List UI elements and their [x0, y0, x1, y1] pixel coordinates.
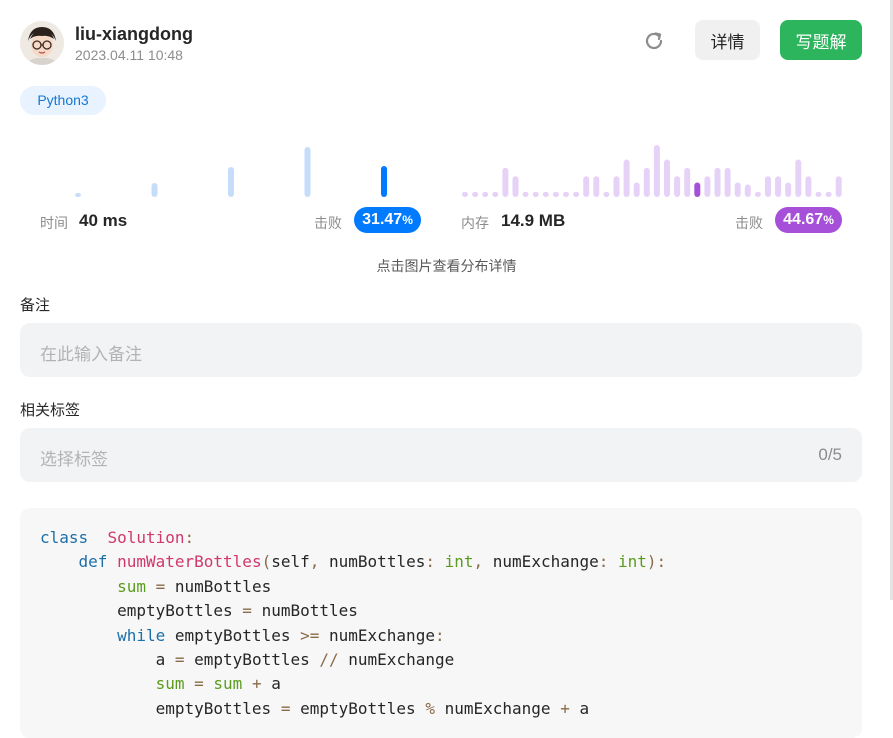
memory-bar[interactable]	[643, 167, 650, 197]
user-name[interactable]: liu-xiangdong	[75, 24, 193, 45]
memory-bar[interactable]	[795, 159, 802, 197]
memory-stats: 内存 14.9 MB 击败 44.67%	[461, 206, 843, 234]
refresh-icon[interactable]	[640, 27, 668, 55]
memory-bar[interactable]	[835, 176, 842, 197]
code-block[interactable]: class Solution: def numWaterBottles(self…	[20, 508, 862, 738]
memory-beat-label: 击败	[735, 216, 763, 232]
code-line: class Solution:	[40, 528, 195, 547]
language-badge: Python3	[20, 86, 106, 115]
memory-bar[interactable]	[633, 182, 640, 197]
memory-bar[interactable]	[674, 176, 681, 197]
memory-bar[interactable]	[785, 182, 792, 197]
code-line: emptyBottles = numBottles	[117, 601, 358, 621]
memory-bar[interactable]	[805, 176, 812, 197]
code-line: while emptyBottles >= numExchange:	[117, 625, 445, 645]
avatar[interactable]	[20, 21, 64, 65]
runtime-bar[interactable]	[75, 193, 81, 197]
memory-bar[interactable]	[623, 159, 630, 197]
memory-beat-badge: 44.67%	[775, 207, 842, 233]
memory-bar[interactable]	[482, 191, 489, 197]
runtime-bar[interactable]	[304, 147, 311, 197]
memory-beat-unit: %	[823, 213, 834, 227]
notes-label: 备注	[20, 296, 51, 314]
tags-placeholder: 选择标签	[40, 450, 108, 470]
runtime-stats: 时间 40 ms 击败 31.47%	[40, 206, 422, 234]
tags-count: 0/5	[818, 445, 842, 464]
code-line: sum = sum + a	[155, 674, 281, 694]
submission-header: liu-xiangdong 2023.04.11 10:48 详情 写题解	[20, 20, 862, 66]
memory-bar[interactable]	[512, 176, 519, 197]
memory-bar[interactable]	[724, 167, 731, 197]
memory-bar[interactable]	[583, 176, 590, 197]
memory-bar[interactable]	[653, 145, 660, 197]
runtime-value: 40 ms	[79, 211, 128, 230]
memory-value: 14.9 MB	[501, 211, 566, 230]
tags-select[interactable]: 选择标签 0/5	[20, 428, 862, 482]
memory-bar[interactable]	[573, 191, 580, 197]
code-line: emptyBottles = emptyBottles % numExchang…	[155, 698, 590, 718]
memory-bar[interactable]	[684, 167, 691, 197]
memory-bar[interactable]	[492, 191, 499, 197]
memory-bar[interactable]	[532, 191, 539, 197]
code-line: a = emptyBottles // numExchange	[155, 650, 455, 669]
memory-bar[interactable]	[472, 191, 479, 197]
runtime-bar[interactable]	[228, 167, 234, 197]
memory-bar[interactable]	[603, 191, 610, 197]
runtime-distribution-chart[interactable]	[20, 138, 420, 200]
memory-bar[interactable]	[694, 182, 701, 197]
runtime-beat-unit: %	[402, 213, 413, 227]
memory-bar[interactable]	[593, 176, 600, 197]
memory-bar[interactable]	[502, 167, 509, 197]
memory-bar[interactable]	[765, 176, 771, 197]
runtime-bar[interactable]	[381, 166, 387, 197]
memory-bar[interactable]	[522, 191, 529, 197]
memory-bar[interactable]	[815, 191, 822, 197]
write-solution-button[interactable]: 写题解	[780, 20, 862, 60]
memory-bar[interactable]	[552, 191, 559, 197]
chart-hint: 点击图片查看分布详情	[376, 259, 517, 275]
memory-bar[interactable]	[613, 176, 620, 197]
memory-bar[interactable]	[825, 191, 832, 197]
code-line: sum = numBottles	[117, 576, 272, 596]
runtime-bar[interactable]	[151, 183, 158, 197]
memory-bar[interactable]	[563, 191, 569, 197]
memory-distribution-chart[interactable]	[460, 138, 842, 200]
memory-bar[interactable]	[775, 176, 782, 197]
runtime-beat-label: 击败	[314, 216, 342, 232]
memory-bar[interactable]	[734, 182, 741, 197]
code-line: def numWaterBottles(self, numBottles: in…	[78, 552, 667, 572]
detail-button[interactable]: 详情	[695, 20, 760, 60]
memory-beat-percent: 44.67	[783, 211, 824, 228]
memory-bar[interactable]	[664, 159, 670, 197]
notes-placeholder: 在此输入备注	[40, 345, 142, 365]
memory-bar[interactable]	[462, 191, 468, 197]
tags-label: 相关标签	[20, 401, 81, 419]
submission-timestamp: 2023.04.11 10:48	[75, 47, 183, 63]
memory-bar[interactable]	[744, 184, 751, 197]
runtime-label: 时间	[40, 216, 68, 232]
runtime-beat-badge: 31.47%	[354, 207, 421, 233]
memory-label: 内存	[461, 216, 489, 232]
notes-input[interactable]: 在此输入备注	[20, 323, 862, 377]
runtime-beat-percent: 31.47	[362, 211, 403, 228]
memory-bar[interactable]	[542, 191, 549, 197]
memory-bar[interactable]	[704, 176, 711, 197]
memory-bar[interactable]	[714, 167, 721, 197]
memory-bar[interactable]	[754, 191, 761, 197]
